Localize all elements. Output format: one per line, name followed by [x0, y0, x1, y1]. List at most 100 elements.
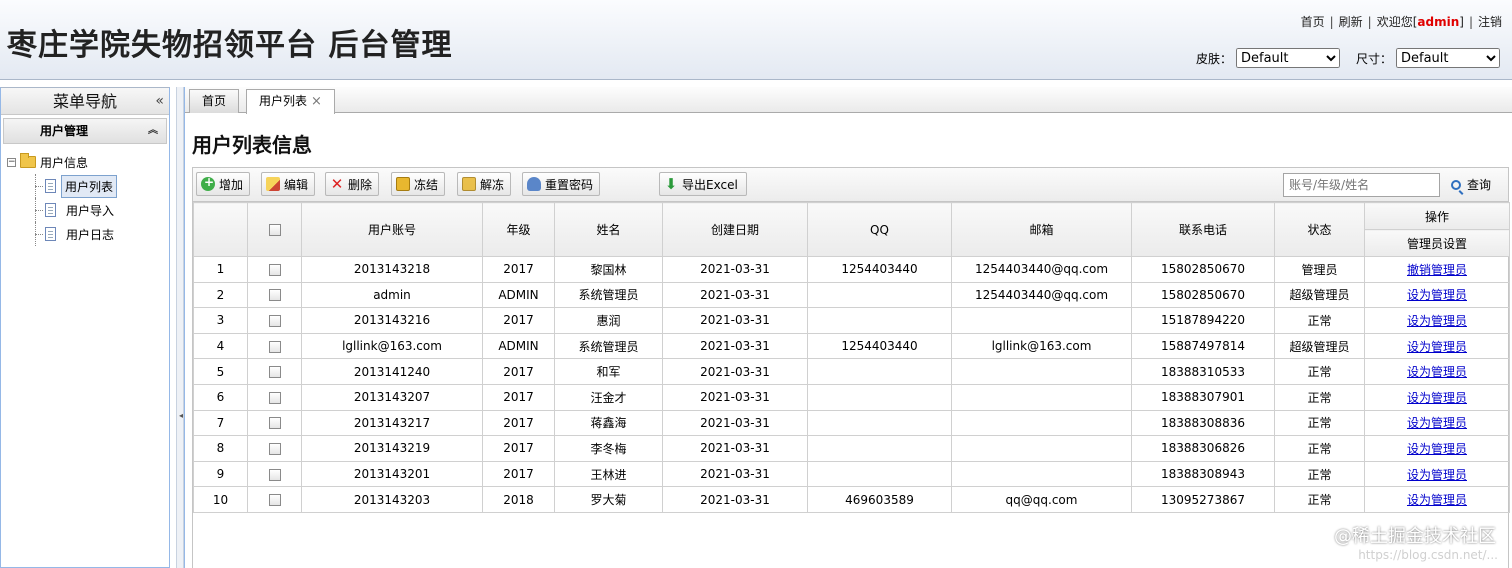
add-icon — [201, 175, 215, 191]
row-checkbox[interactable] — [268, 494, 281, 507]
row-checkbox[interactable] — [268, 468, 281, 481]
action-cell: 设为管理员 — [1364, 486, 1510, 513]
size-select[interactable]: Default — [1396, 48, 1500, 68]
row-checkbox[interactable] — [268, 314, 281, 327]
cell-phone: 13095273867 — [1131, 486, 1275, 513]
table-row[interactable]: 10 2013143203 2018 罗大菊 2021-03-31 469603589 qq… — [193, 486, 1510, 513]
layout-splitter[interactable]: ◂ — [176, 87, 184, 568]
cell-name: 王林进 — [554, 460, 663, 488]
cell-phone: 18388306826 — [1131, 435, 1275, 462]
admin-toggle-link[interactable]: 设为管理员 — [1407, 314, 1467, 328]
column-header[interactable]: 年级 — [482, 202, 555, 257]
admin-toggle-link[interactable]: 设为管理员 — [1407, 340, 1467, 354]
delete-icon: ✕ — [330, 175, 344, 193]
menu-tree: − 用户信息 用户列表 用户导入 用户日志 — [1, 150, 169, 246]
cell-name: 罗大菊 — [554, 486, 663, 513]
add-button[interactable]: 增加 — [196, 172, 251, 196]
freeze-button[interactable]: 冻结 — [391, 172, 446, 196]
table-row[interactable]: 2 admin ADMIN 系统管理员 2021-03-31 1254403440@qq.… — [193, 281, 1510, 309]
row-number: 2 — [193, 281, 248, 309]
table-row[interactable]: 4 lgllink@163.com ADMIN 系统管理员 2021-03-31 1254… — [193, 332, 1510, 360]
tab-home[interactable]: 首页 — [189, 89, 240, 113]
row-select-cell — [247, 332, 302, 360]
collapse-node-icon[interactable]: − — [7, 157, 16, 167]
download-arrow-icon: ⬇ — [664, 175, 678, 193]
delete-button[interactable]: ✕ 删除 — [325, 172, 380, 196]
sidebar-group-label: 用户管理 — [40, 124, 89, 138]
row-checkbox[interactable] — [268, 366, 281, 379]
table-row[interactable]: 9 2013143201 2017 王林进 2021-03-31 18388308943 正… — [193, 460, 1510, 488]
admin-toggle-link[interactable]: 设为管理员 — [1407, 416, 1467, 430]
cell-qq: 469603589 — [807, 486, 952, 513]
logout-link[interactable]: 注销 — [1478, 15, 1502, 29]
skin-select[interactable]: Default — [1235, 48, 1340, 68]
cell-status: 超级管理员 — [1274, 281, 1365, 309]
cell-qq: 1254403440 — [807, 332, 952, 360]
page-title: 用户列表信息 — [192, 133, 312, 157]
operations-header: 操作 — [1364, 202, 1510, 230]
sidebar-group-user-management[interactable]: 用户管理 ︽ — [3, 118, 167, 144]
admin-toggle-link[interactable]: 设为管理员 — [1407, 365, 1467, 379]
cell-qq — [807, 383, 952, 411]
admin-toggle-link[interactable]: 设为管理员 — [1407, 391, 1467, 405]
edit-button[interactable]: 编辑 — [261, 172, 316, 196]
row-checkbox[interactable] — [268, 289, 281, 302]
cell-account: 2013141240 — [301, 358, 483, 385]
button-label: 编辑 — [284, 177, 309, 192]
row-checkbox[interactable] — [268, 340, 281, 353]
lock-icon — [396, 177, 410, 191]
row-number: 5 — [193, 358, 248, 385]
sidebar-header: 菜单导航 « — [1, 88, 169, 115]
close-icon[interactable]: × — [311, 94, 322, 109]
row-checkbox[interactable] — [268, 263, 281, 276]
column-header[interactable]: QQ — [807, 202, 952, 257]
tab-user-list[interactable]: 用户列表 × — [246, 89, 335, 114]
cell-phone: 15802850670 — [1131, 256, 1275, 283]
home-link[interactable]: 首页 — [1301, 15, 1325, 29]
table-row[interactable]: 6 2013143207 2017 汪金才 2021-03-31 18388307901 正… — [193, 383, 1510, 411]
row-checkbox[interactable] — [268, 442, 281, 455]
export-excel-button[interactable]: ⬇ 导出Excel — [659, 172, 747, 196]
action-cell: 设为管理员 — [1364, 383, 1510, 411]
admin-toggle-link[interactable]: 设为管理员 — [1407, 288, 1467, 302]
table-row[interactable]: 5 2013141240 2017 和军 2021-03-31 18388310533 正常… — [193, 358, 1510, 385]
cell-status: 正常 — [1274, 486, 1365, 513]
table-row[interactable]: 7 2013143217 2017 蒋鑫海 2021-03-31 18388308836 正… — [193, 409, 1510, 437]
column-header[interactable]: 创建日期 — [662, 202, 808, 257]
tree-node-user-import[interactable]: 用户导入 — [7, 198, 169, 222]
tree-node-user-log[interactable]: 用户日志 — [7, 222, 169, 246]
row-select-cell — [247, 256, 302, 283]
select-all-checkbox[interactable] — [268, 224, 281, 236]
row-checkbox[interactable] — [268, 417, 281, 430]
row-checkbox[interactable] — [268, 391, 281, 404]
main-panel: 首页 用户列表× 用户列表信息 增加 编辑 ✕ 删除 冻结 解冻 重置密码 ⬇ 导出… — [184, 87, 1512, 568]
reset-password-button[interactable]: 重置密码 — [522, 172, 601, 196]
admin-toggle-link[interactable]: 撤销管理员 — [1407, 263, 1467, 277]
action-cell: 撤销管理员 — [1364, 256, 1510, 283]
column-header[interactable]: 用户账号 — [301, 202, 483, 257]
column-header[interactable]: 联系电话 — [1131, 202, 1275, 257]
search-input[interactable] — [1283, 173, 1440, 197]
tree-node-user-list[interactable]: 用户列表 — [7, 174, 169, 198]
tree-node-user-info[interactable]: − 用户信息 — [7, 150, 169, 174]
chevron-up-icon[interactable]: ︽ — [148, 119, 158, 143]
unfreeze-button[interactable]: 解冻 — [457, 172, 512, 196]
table-row[interactable]: 1 2013143218 2017 黎国林 2021-03-31 1254403440 12… — [193, 256, 1510, 283]
collapse-icon[interactable]: « — [155, 88, 164, 115]
table-row[interactable]: 3 2013143216 2017 惠润 2021-03-31 15187894220 正常… — [193, 307, 1510, 334]
column-header[interactable]: 状态 — [1274, 202, 1365, 257]
splitter-grip-icon[interactable]: ◂ — [179, 411, 183, 423]
cell-email: qq@qq.com — [951, 486, 1132, 513]
column-header[interactable]: 邮箱 — [951, 202, 1132, 257]
cell-email — [951, 409, 1132, 437]
admin-toggle-link[interactable]: 设为管理员 — [1407, 442, 1467, 456]
cell-account: 2013143217 — [301, 409, 483, 437]
cell-name: 和军 — [554, 358, 663, 385]
search-button[interactable]: 查询 — [1451, 176, 1491, 193]
column-header[interactable]: 姓名 — [554, 202, 663, 257]
admin-toggle-link[interactable]: 设为管理员 — [1407, 493, 1467, 507]
admin-toggle-link[interactable]: 设为管理员 — [1407, 468, 1467, 482]
search-icon — [1451, 179, 1461, 190]
refresh-link[interactable]: 刷新 — [1339, 15, 1363, 29]
table-row[interactable]: 8 2013143219 2017 李冬梅 2021-03-31 18388306826 正… — [193, 435, 1510, 462]
